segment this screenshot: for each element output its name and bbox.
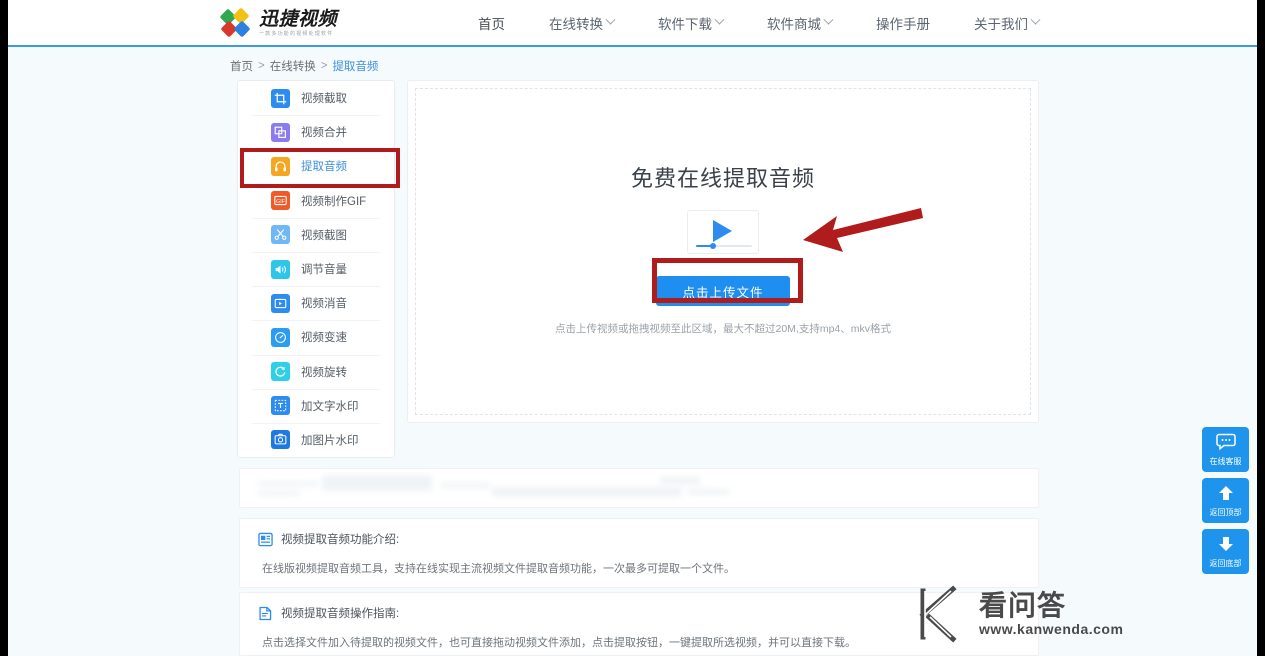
breadcrumb-item-1[interactable]: 在线转换 bbox=[270, 58, 316, 74]
chevron-down-icon bbox=[605, 14, 616, 25]
float-button-label: 在线客服 bbox=[1209, 456, 1242, 466]
svg-text:GIF: GIF bbox=[276, 199, 285, 205]
breadcrumb-item-0[interactable]: 首页 bbox=[230, 58, 253, 74]
logo-name: 迅捷视频 bbox=[259, 9, 338, 30]
float-button-2[interactable]: 返回底部 bbox=[1202, 529, 1249, 574]
sidebar-item-9[interactable]: 加文字水印 bbox=[238, 388, 394, 423]
page-gutter-left bbox=[0, 0, 8, 656]
sidebar-item-5[interactable]: 调节音量 bbox=[238, 251, 394, 286]
guide-icon bbox=[259, 606, 272, 620]
arrow-down-icon bbox=[1217, 535, 1235, 557]
sidebar-item-label: 视频旋转 bbox=[301, 366, 347, 379]
nav-item-0[interactable]: 首页 bbox=[478, 13, 505, 33]
site-header: 迅捷视频 一款多功能的视频处理软件 首页 在线转换 软件下载 软件商城 操作手册 关于我们 bbox=[8, 0, 1257, 47]
blurred-placeholder-bar bbox=[239, 468, 1039, 508]
sidebar-item-label: 视频变速 bbox=[301, 332, 347, 345]
sidebar-item-label: 视频制作GIF bbox=[301, 195, 367, 208]
page-title: 免费在线提取音频 bbox=[630, 166, 815, 191]
sidebar-item-2[interactable]: 提取音频 bbox=[238, 149, 394, 183]
float-button-label: 返回顶部 bbox=[1209, 507, 1242, 517]
nav-item-label: 关于我们 bbox=[974, 16, 1028, 32]
file-drop-zone[interactable]: 免费在线提取音频 点击上传文件 点击上传视频或拖拽视频至此区域，最大不超过20M… bbox=[415, 88, 1031, 415]
doc-info-icon bbox=[258, 532, 273, 546]
sidebar-item-label: 视频消音 bbox=[301, 298, 347, 311]
arrow-up-icon bbox=[1217, 484, 1235, 506]
text-mark-icon bbox=[271, 396, 290, 416]
float-button-1[interactable]: 返回顶部 bbox=[1202, 478, 1249, 523]
upload-file-button[interactable]: 点击上传文件 bbox=[656, 276, 790, 306]
logo-subtitle: 一款多功能的视频处理软件 bbox=[259, 31, 334, 37]
image-mark-icon bbox=[271, 430, 290, 450]
sidebar-item-label: 加文字水印 bbox=[301, 400, 359, 413]
merge-icon bbox=[271, 122, 290, 142]
chevron-down-icon bbox=[823, 14, 834, 25]
video-play-icon bbox=[687, 210, 759, 254]
breadcrumb-item-2[interactable]: 提取音频 bbox=[332, 58, 378, 74]
sidebar-item-8[interactable]: 视频旋转 bbox=[238, 354, 394, 389]
info-title: 视频提取音频操作指南: bbox=[281, 608, 400, 620]
volume-icon bbox=[271, 259, 290, 279]
floating-action-bar: 在线客服返回顶部返回底部 bbox=[1202, 427, 1249, 574]
sidebar-item-1[interactable]: 视频合并 bbox=[238, 115, 394, 149]
page-gutter-right bbox=[1257, 0, 1265, 656]
float-button-0[interactable]: 在线客服 bbox=[1202, 427, 1249, 472]
nav-item-label: 在线转换 bbox=[549, 16, 603, 32]
page-root: 迅捷视频 一款多功能的视频处理软件 首页 在线转换 软件下载 软件商城 操作手册 关于我们… bbox=[8, 0, 1257, 656]
tool-sidebar: 视频截取 视频合并 提取音频 GIF 视频制作GIF 视频截图 调节音量 视频消音 视频变速 视频… bbox=[237, 80, 395, 458]
upload-hint-text: 点击上传视频或拖拽视频至此区域，最大不超过20M,支持mp4、mkv格式 bbox=[554, 323, 891, 335]
crop-icon bbox=[271, 88, 290, 108]
info-title: 视频提取音频功能介绍: bbox=[281, 534, 400, 546]
nav-item-label: 首页 bbox=[478, 16, 505, 32]
sidebar-item-label: 视频截取 bbox=[301, 93, 347, 106]
nav-item-5[interactable]: 关于我们 bbox=[974, 13, 1041, 33]
chat-bubble-icon bbox=[1215, 433, 1236, 455]
nav-item-label: 软件下载 bbox=[658, 16, 712, 32]
headphone-icon bbox=[271, 156, 290, 176]
sidebar-item-7[interactable]: 视频变速 bbox=[238, 320, 394, 354]
nav-item-label: 操作手册 bbox=[876, 16, 930, 32]
nav-item-label: 软件商城 bbox=[767, 16, 821, 32]
scissors-icon bbox=[271, 225, 290, 245]
breadcrumb: 首页 > 在线转换 > 提取音频 bbox=[230, 58, 378, 74]
sidebar-item-0[interactable]: 视频截取 bbox=[238, 81, 394, 115]
rotate-icon bbox=[271, 362, 290, 382]
breadcrumb-separator: > bbox=[320, 60, 328, 72]
sidebar-item-3[interactable]: GIF 视频制作GIF bbox=[238, 183, 394, 218]
nav-item-2[interactable]: 软件下载 bbox=[658, 13, 725, 33]
mute-icon bbox=[271, 293, 290, 313]
speed-icon bbox=[271, 327, 290, 347]
site-logo[interactable]: 迅捷视频 一款多功能的视频处理软件 bbox=[219, 7, 338, 38]
info-body: 点击选择文件加入待提取的视频文件，也可直接拖动视频文件添加，点击提取按钮，一键提… bbox=[262, 637, 856, 649]
sidebar-item-label: 视频截图 bbox=[301, 229, 347, 242]
float-button-label: 返回底部 bbox=[1209, 558, 1242, 568]
main-nav: 首页 在线转换 软件下载 软件商城 操作手册 关于我们 bbox=[478, 0, 1041, 45]
gif-icon: GIF bbox=[271, 191, 290, 211]
sidebar-item-10[interactable]: 加图片水印 bbox=[238, 422, 394, 457]
sidebar-item-label: 加图片水印 bbox=[301, 434, 359, 447]
nav-item-4[interactable]: 操作手册 bbox=[876, 13, 930, 33]
info-section-guide: 视频提取音频操作指南: 点击选择文件加入待提取的视频文件，也可直接拖动视频文件添… bbox=[239, 592, 1039, 656]
nav-item-3[interactable]: 软件商城 bbox=[767, 13, 834, 33]
nav-item-1[interactable]: 在线转换 bbox=[549, 13, 616, 33]
breadcrumb-separator: > bbox=[258, 60, 265, 72]
sidebar-item-4[interactable]: 视频截图 bbox=[238, 217, 394, 252]
info-section-features: 视频提取音频功能介绍: 在线版视频提取音频工具，支持在线实现主流视频文件提取音频… bbox=[239, 518, 1039, 588]
sidebar-item-label: 调节音量 bbox=[301, 264, 347, 277]
logo-diamonds-icon bbox=[219, 7, 252, 38]
chevron-down-icon bbox=[714, 14, 725, 25]
sidebar-item-6[interactable]: 视频消音 bbox=[238, 286, 394, 320]
chevron-down-icon bbox=[1030, 14, 1041, 25]
info-body: 在线版视频提取音频工具，支持在线实现主流视频文件提取音频功能，一次最多可提取一个… bbox=[262, 563, 735, 575]
upload-panel: 免费在线提取音频 点击上传文件 点击上传视频或拖拽视频至此区域，最大不超过20M… bbox=[407, 80, 1039, 423]
sidebar-item-label: 视频合并 bbox=[301, 127, 347, 140]
sidebar-item-label: 提取音频 bbox=[301, 161, 347, 174]
